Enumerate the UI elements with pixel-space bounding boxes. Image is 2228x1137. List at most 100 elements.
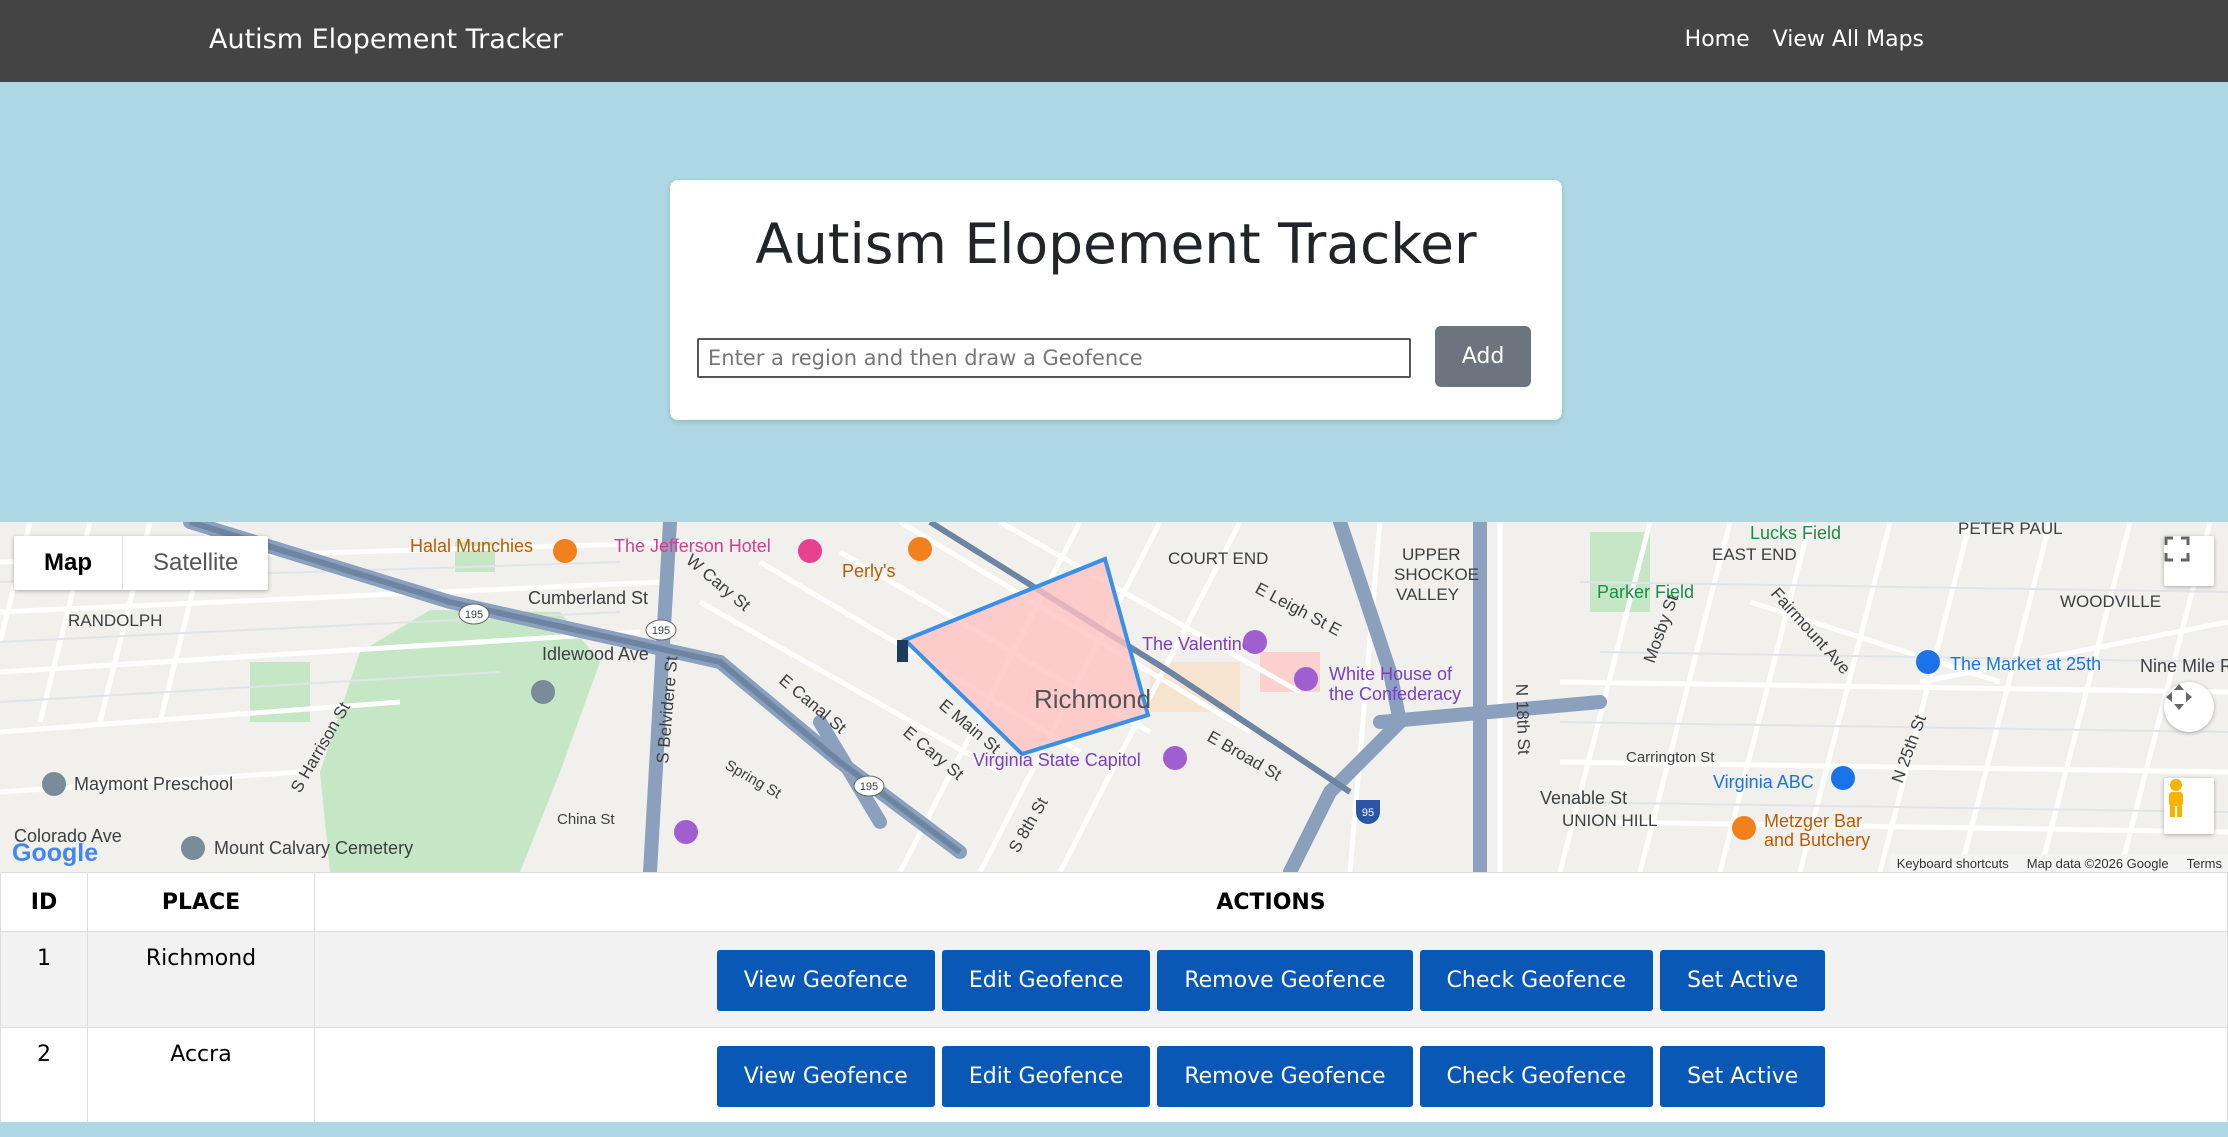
map-label-spring: Spring St: [722, 757, 785, 803]
map-label-n25: N 25th St: [1888, 712, 1930, 785]
add-button[interactable]: Add: [1435, 326, 1531, 387]
view-geofence-button[interactable]: View Geofence: [716, 950, 935, 1011]
map-label-valley: VALLEY: [1396, 585, 1459, 604]
camera-control-icon: [2166, 684, 2192, 710]
row-id: 2: [0, 1027, 88, 1124]
restaurant-pin-icon-3[interactable]: [1732, 816, 1756, 840]
map-label-vaabc: Virginia ABC: [1713, 772, 1814, 792]
map-label-s8: S 8th St: [1005, 794, 1052, 856]
map-label-shockoe: SHOCKOE: [1394, 565, 1479, 584]
map-type-satellite-button[interactable]: Satellite: [123, 536, 268, 590]
map-label-ebroad: E Broad St: [1204, 727, 1285, 785]
map-label-randolph: RANDOLPH: [68, 611, 162, 630]
add-region-card: Autism Elopement Tracker Add: [670, 180, 1562, 420]
row-actions: View Geofence Edit Geofence Remove Geofe…: [314, 931, 2228, 1028]
shield-195-b: 195: [652, 625, 670, 637]
cemetery-pin-icon[interactable]: [181, 836, 205, 860]
restaurant-pin-icon[interactable]: [553, 539, 577, 563]
check-geofence-button[interactable]: Check Geofence: [1419, 1046, 1654, 1107]
map-label-court-end: COURT END: [1168, 549, 1268, 568]
page-bottom-strip: [0, 1122, 2228, 1137]
google-logo: Google: [12, 839, 98, 868]
nav-links: Home View All Maps: [1685, 27, 1924, 52]
row-actions: View Geofence Edit Geofence Remove Geofe…: [314, 1027, 2228, 1124]
edit-geofence-button[interactable]: Edit Geofence: [941, 1046, 1151, 1107]
map-type-map-button[interactable]: Map: [14, 536, 123, 590]
map-label-perlys: Perly's: [842, 561, 895, 581]
map-label-n18: N 18th St: [1512, 683, 1533, 755]
map-canvas[interactable]: Halal Munchies The Jefferson Hotel Perly…: [0, 522, 2228, 872]
map-label-cumberland: Cumberland St: [528, 588, 648, 608]
map-label-upper: UPPER: [1402, 545, 1461, 564]
map-label-metzger1: Metzger Bar: [1764, 811, 1862, 831]
capitol-pin-icon[interactable]: [1163, 746, 1187, 770]
fullscreen-icon: [2164, 536, 2190, 562]
map-label-metzger2: and Butchery: [1764, 830, 1870, 850]
map-type-control: Map Satellite: [14, 536, 269, 590]
street-view-pegman[interactable]: [2164, 778, 2214, 834]
view-geofence-button[interactable]: View Geofence: [716, 1046, 935, 1107]
nav-home-link[interactable]: Home: [1685, 27, 1750, 52]
keyboard-shortcuts-link[interactable]: Keyboard shortcuts: [1897, 856, 2009, 871]
map-label-wcary: W Cary St: [682, 551, 754, 616]
park-pin-icon[interactable]: [531, 680, 555, 704]
map-label-woodville: WOODVILLE: [2060, 592, 2161, 611]
museum-pin-icon-2[interactable]: [1294, 667, 1318, 691]
row-place: Accra: [87, 1027, 315, 1124]
map-view[interactable]: Halal Munchies The Jefferson Hotel Perly…: [0, 522, 2228, 872]
shield-195-c: 195: [860, 781, 878, 793]
map-label-whitehouse1: White House of: [1329, 664, 1453, 684]
map-label-nine-mile: Nine Mile R: [2140, 656, 2228, 676]
fullscreen-button[interactable]: [2164, 536, 2214, 586]
map-label-maymont: Maymont Preschool: [74, 774, 233, 794]
hotel-pin-icon[interactable]: [798, 539, 822, 563]
map-label-calvary: Mount Calvary Cemetery: [214, 838, 413, 858]
page-title: Autism Elopement Tracker: [755, 212, 1477, 276]
restaurant-pin-icon-2[interactable]: [908, 537, 932, 561]
set-active-button[interactable]: Set Active: [1660, 950, 1826, 1011]
terms-link[interactable]: Terms: [2187, 856, 2222, 871]
map-label-market: The Market at 25th: [1950, 654, 2101, 674]
map-label-peter-paul: PETER PAUL: [1958, 522, 2063, 538]
map-label-idlewood: Idlewood Ave: [542, 644, 649, 664]
region-input[interactable]: [697, 338, 1411, 378]
map-camera-control[interactable]: [2164, 682, 2214, 732]
geofence-table-wrap: ID PLACE ACTIONS 1 Richmond View Geofenc…: [0, 872, 2228, 1124]
google-logo-text: Google: [12, 839, 99, 867]
shield-95: 95: [1362, 807, 1374, 819]
school-pin-icon[interactable]: [42, 772, 66, 796]
map-label-valentine: The Valentine: [1142, 634, 1252, 654]
map-label-capitol: Virginia State Capitol: [973, 750, 1141, 770]
camera-pin-icon[interactable]: [674, 820, 698, 844]
shield-195-a: 195: [465, 609, 483, 621]
table-row: 1 Richmond View Geofence Edit Geofence R…: [0, 931, 2228, 1028]
check-geofence-button[interactable]: Check Geofence: [1419, 950, 1654, 1011]
navbar-brand[interactable]: Autism Elopement Tracker: [209, 24, 563, 55]
map-label-eleigh: E Leigh St E: [1252, 579, 1344, 640]
set-active-button[interactable]: Set Active: [1660, 1046, 1826, 1107]
header-place: PLACE: [87, 872, 315, 932]
table-row: 2 Accra View Geofence Edit Geofence Remo…: [0, 1027, 2228, 1124]
nav-view-all-maps-link[interactable]: View All Maps: [1773, 27, 1924, 52]
shop-pin-icon-2[interactable]: [1831, 766, 1855, 790]
map-label-lucks: Lucks Field: [1750, 523, 1841, 543]
map-label-union: UNION HILL: [1562, 811, 1657, 830]
museum-pin-icon[interactable]: [1243, 630, 1267, 654]
map-label-halal: Halal Munchies: [410, 536, 533, 556]
edit-geofence-button[interactable]: Edit Geofence: [941, 950, 1151, 1011]
header-id: ID: [0, 872, 88, 932]
pegman-icon: [2169, 779, 2183, 817]
remove-geofence-button[interactable]: Remove Geofence: [1157, 950, 1413, 1011]
map-label-east-end: EAST END: [1712, 545, 1797, 564]
geofence-table: ID PLACE ACTIONS 1 Richmond View Geofenc…: [0, 872, 2228, 1124]
map-label-carrington: Carrington St: [1626, 749, 1715, 766]
row-place: Richmond: [87, 931, 315, 1028]
map-footer: Keyboard shortcuts Map data ©2026 Google…: [1890, 854, 2228, 872]
navbar: Autism Elopement Tracker Home View All M…: [0, 0, 2228, 82]
header-actions: ACTIONS: [314, 872, 2228, 932]
remove-geofence-button[interactable]: Remove Geofence: [1157, 1046, 1413, 1107]
row-id: 1: [0, 931, 88, 1028]
map-label-venable: Venable St: [1540, 788, 1627, 808]
map-data-attribution: Map data ©2026 Google: [2026, 855, 2169, 871]
shop-pin-icon[interactable]: [1916, 650, 1940, 674]
